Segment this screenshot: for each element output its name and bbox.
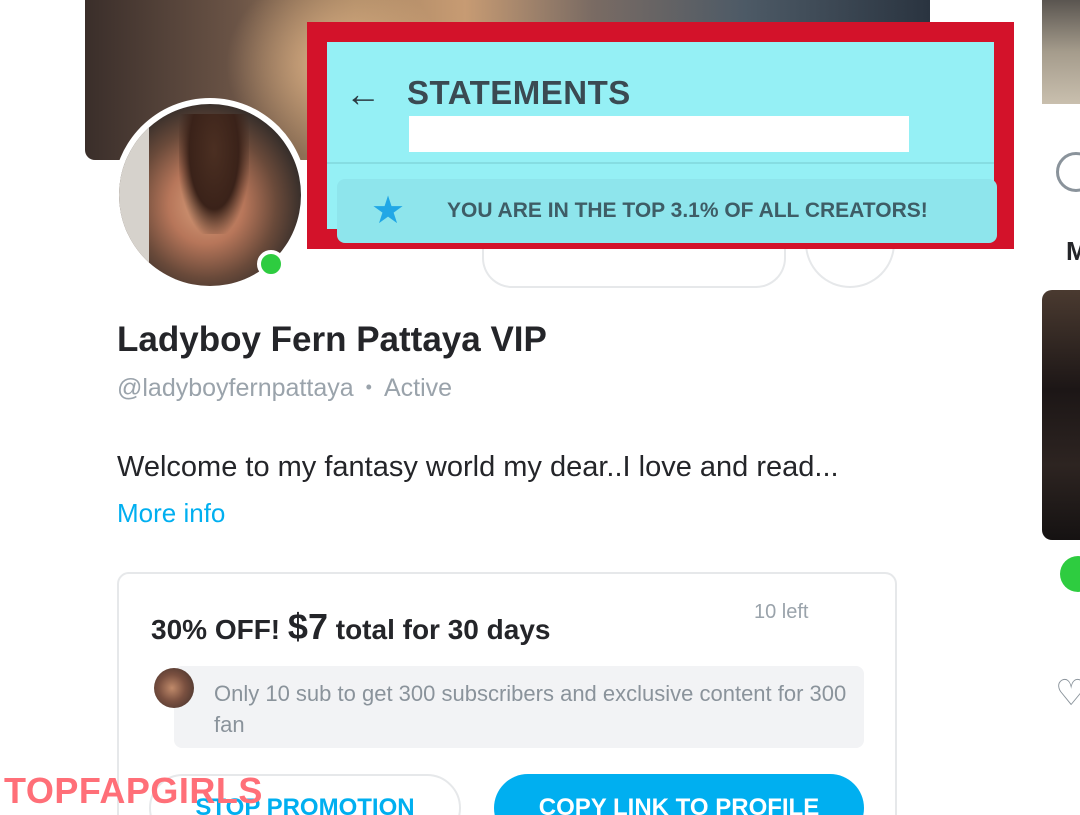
statements-highlight-box: ← STATEMENTS ★ YOU ARE IN THE TOP 3.1% O… bbox=[307, 22, 1014, 249]
promotion-duration: total for 30 days bbox=[335, 614, 551, 645]
promotion-avatar bbox=[154, 668, 194, 708]
online-status-dot bbox=[257, 250, 285, 278]
profile-status: Active bbox=[383, 374, 453, 402]
separator-dot: • bbox=[365, 377, 372, 397]
promotion-message: Only 10 sub to get 300 subscribers and e… bbox=[214, 681, 847, 737]
profile-handle: @ladyboyfernpattaya bbox=[117, 374, 354, 402]
divider bbox=[327, 162, 994, 164]
copy-link-button[interactable]: COPY LINK TO PROFILE bbox=[494, 774, 864, 815]
list-icon[interactable] bbox=[1056, 152, 1080, 192]
more-info-link[interactable]: More info bbox=[117, 498, 225, 529]
promotion-price: $7 bbox=[287, 606, 328, 647]
top-creators-text: YOU ARE IN THE TOP 3.1% OF ALL CREATORS! bbox=[447, 199, 928, 222]
watermark-logo: TOPFAPGIRLS bbox=[4, 770, 263, 811]
top-creators-banner: ★ YOU ARE IN THE TOP 3.1% OF ALL CREATOR… bbox=[337, 179, 997, 243]
arrow-left-icon[interactable]: ← bbox=[345, 74, 385, 114]
sidebar-image-thumbnail[interactable] bbox=[1042, 0, 1080, 104]
statements-header: ← STATEMENTS bbox=[327, 42, 994, 167]
profile-name: Ladyboy Fern Pattaya VIP bbox=[117, 320, 547, 359]
redacted-bar bbox=[409, 116, 909, 152]
promotion-discount: 30% OFF! bbox=[151, 614, 281, 645]
profile-bio: Welcome to my fantasy world my dear..I l… bbox=[117, 451, 839, 483]
profile-handle-row: @ladyboyfernpattaya • Active bbox=[117, 374, 452, 403]
star-icon: ★ bbox=[371, 190, 406, 232]
promotion-remaining: 10 left bbox=[754, 601, 809, 623]
sidebar-partial-heading: M bbox=[1066, 236, 1080, 266]
heart-icon[interactable]: ♡ bbox=[1055, 672, 1080, 714]
promotion-title: 30% OFF! $7 total for 30 days bbox=[151, 606, 550, 648]
sidebar-green-icon bbox=[1060, 556, 1080, 592]
promotion-message-box: Only 10 sub to get 300 subscribers and e… bbox=[174, 666, 864, 748]
statements-title: STATEMENTS bbox=[407, 74, 631, 111]
sidebar-suggestion-card[interactable] bbox=[1042, 290, 1080, 540]
